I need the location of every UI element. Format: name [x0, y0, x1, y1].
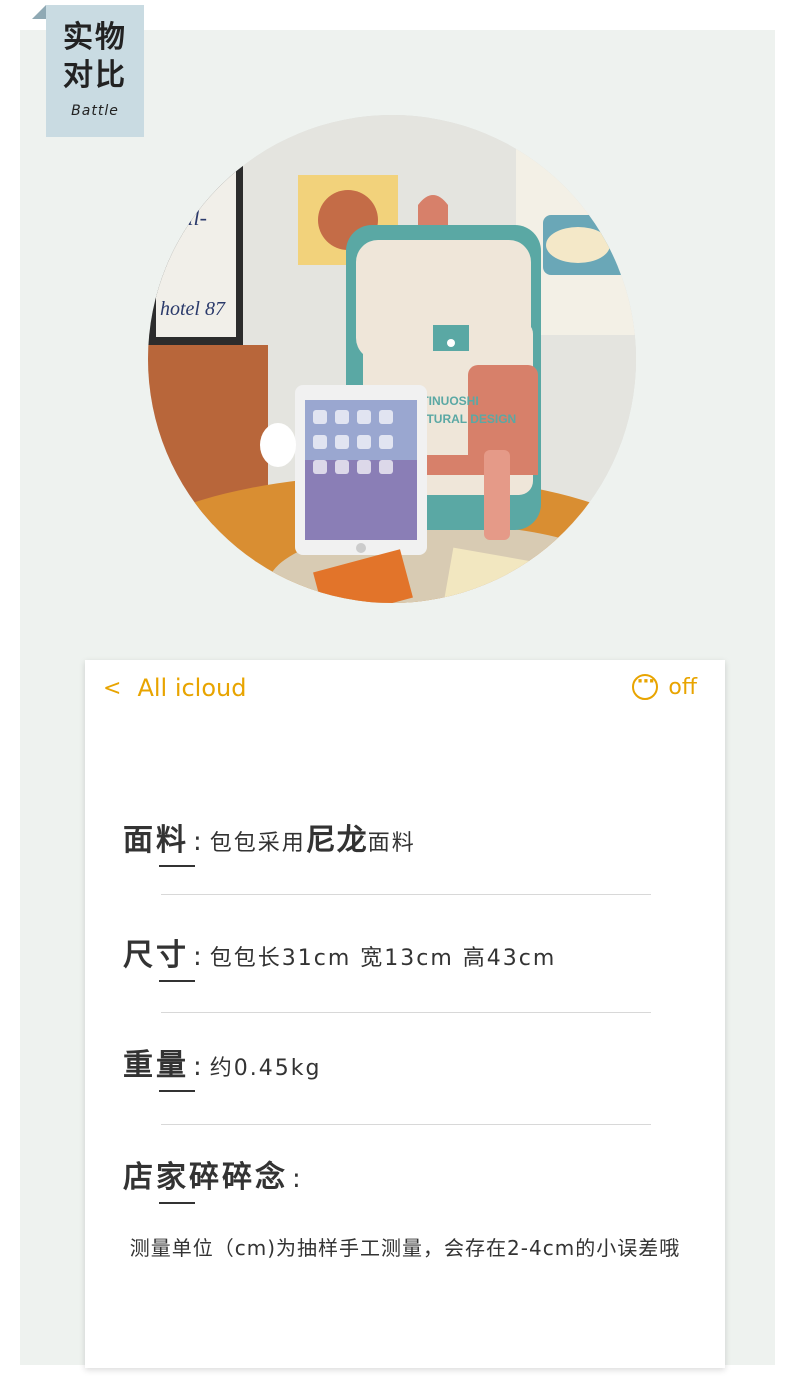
weight-row: 重量 : 约0.45kg: [123, 1040, 322, 1092]
more-button[interactable]: off: [632, 671, 697, 700]
notes-row: 店家碎碎念 :: [123, 1152, 309, 1204]
weight-label: 重量: [123, 1040, 195, 1092]
notes-label: 店家碎碎念: [123, 1152, 288, 1204]
size-colon: :: [193, 942, 202, 972]
weight-colon: :: [193, 1052, 202, 1082]
product-photo: well- hotel 87 ITINUOSHI NATURAL DESIGN: [148, 115, 636, 603]
tag-title-line1: 实物: [63, 20, 127, 55]
material-value: 包包采用尼龙面料: [209, 823, 416, 858]
tag-fold: [32, 5, 46, 19]
chevron-left-icon: <: [103, 675, 122, 701]
material-row: 面料 : 包包采用尼龙面料: [123, 815, 416, 867]
divider: [161, 894, 651, 895]
tag-subtitle: Battle: [71, 103, 119, 119]
material-label: 面料: [123, 815, 195, 867]
ellipsis-circle-icon: [632, 671, 659, 700]
off-label: off: [668, 674, 697, 700]
spec-card: < All icloud off 面料 : 包包采用尼龙面料 尺寸 : 包包长3…: [85, 660, 725, 1368]
divider: [161, 1012, 651, 1013]
tag-title-line2: 对比: [63, 58, 127, 93]
weight-value: 约0.45kg: [209, 1056, 322, 1081]
size-label: 尺寸: [123, 930, 195, 982]
svg-text:hotel 87: hotel 87: [160, 298, 226, 320]
notes-colon: :: [292, 1164, 301, 1194]
back-button[interactable]: < All icloud: [103, 674, 246, 702]
measurement-note: 测量单位（cm)为抽样手工测量，会存在2-4cm的小误差哦: [129, 1236, 681, 1260]
back-label: All icloud: [137, 674, 247, 702]
backpack-illustration: well- hotel 87 ITINUOSHI NATURAL DESIGN: [148, 115, 636, 603]
svg-text:ITINUOSHI: ITINUOSHI: [418, 394, 479, 408]
material-colon: :: [193, 827, 202, 857]
category-tag: 实物 对比 Battle: [46, 5, 144, 137]
size-row: 尺寸 : 包包长31cm 宽13cm 高43cm: [123, 930, 557, 982]
size-value: 包包长31cm 宽13cm 高43cm: [209, 946, 557, 971]
divider: [161, 1124, 651, 1125]
